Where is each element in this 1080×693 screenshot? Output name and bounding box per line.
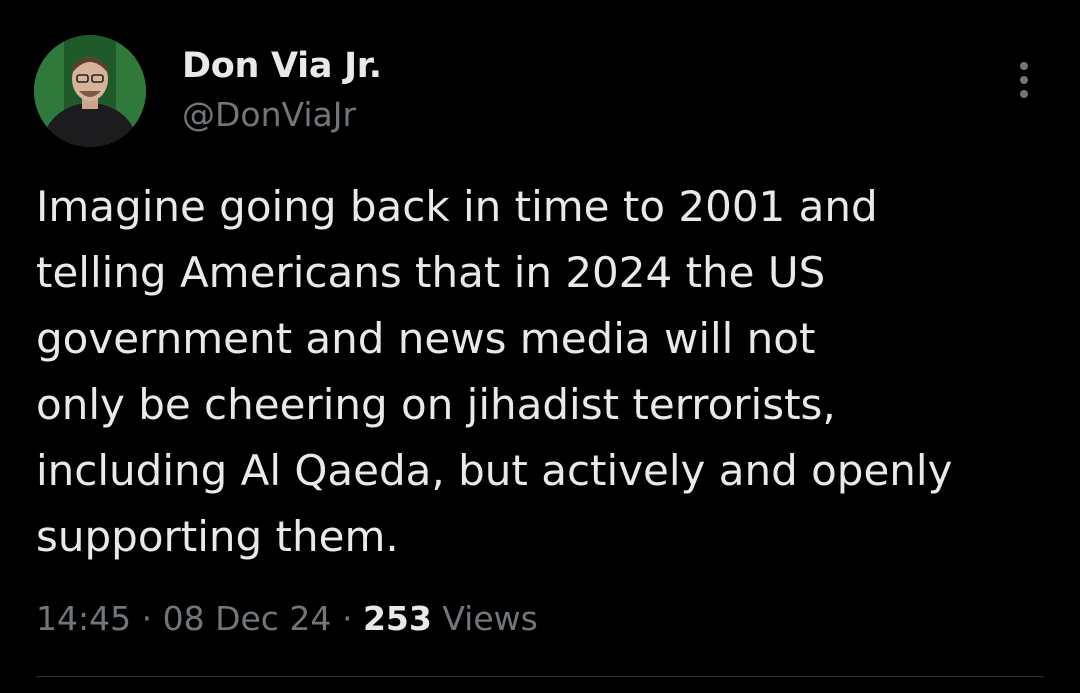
meta-separator: · [341,599,353,638]
meta-separator: · [141,599,153,638]
tweet-card: Don Via Jr. @DonViaJr Imagine going back… [0,0,1080,693]
author-display-name[interactable]: Don Via Jr. [182,44,382,88]
author-handle[interactable]: @DonViaJr [182,94,356,136]
avatar-image [34,35,146,147]
more-options-icon-dot [1020,76,1028,84]
more-options-icon [1020,62,1028,70]
views-label: Views [442,599,538,638]
divider [36,676,1044,677]
tweet-metadata: 14:45 · 08 Dec 24 · 253 Views [36,596,538,642]
author-avatar[interactable] [34,35,146,147]
tweet-date[interactable]: 08 Dec 24 [163,599,332,638]
more-options-button[interactable] [1004,58,1044,102]
more-options-icon-dot [1020,90,1028,98]
tweet-time[interactable]: 14:45 [36,599,131,638]
tweet-text: Imagine going back in time to 2001 and t… [36,182,953,561]
views-count[interactable]: 253 [363,599,432,638]
